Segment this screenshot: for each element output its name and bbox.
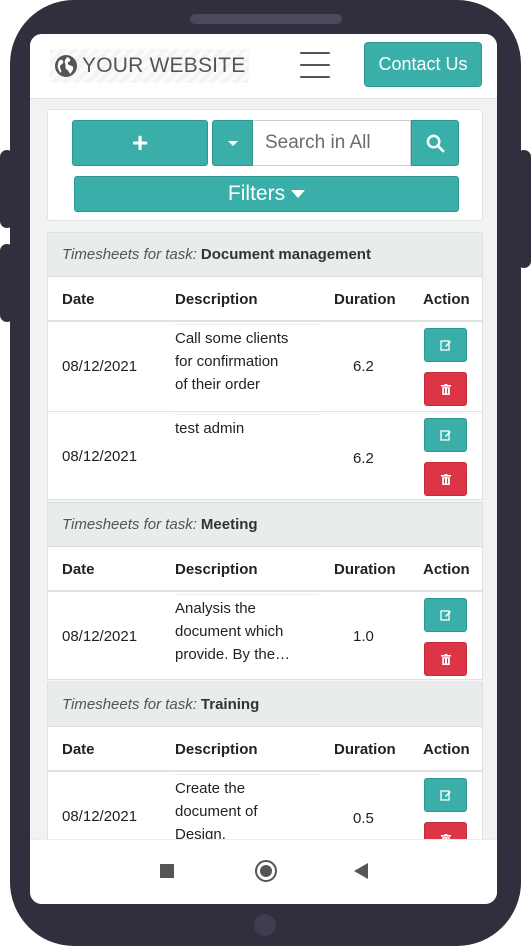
desc-line: Call some clients: [175, 330, 289, 347]
desc-line: for confirmation: [175, 353, 279, 370]
row-duration: 6.2: [353, 358, 374, 375]
trash-icon: [440, 383, 451, 395]
table-row: 08/12/2021 test admin 6.2: [48, 412, 482, 502]
table-row: 08/12/2021 Analysis the document which p…: [48, 592, 482, 682]
group-prefix: Timesheets for task:: [62, 246, 197, 263]
desc-line: Create the: [175, 780, 246, 797]
desc-line: document of: [175, 803, 258, 820]
row-duration: 6.2: [353, 450, 374, 467]
timesheet-group: Timesheets for task: Training Date Descr…: [47, 682, 483, 839]
col-description: Description: [175, 741, 258, 758]
desc-line: test admin: [175, 420, 245, 437]
edit-icon: [439, 430, 451, 441]
row-duration: 1.0: [353, 628, 374, 645]
edit-icon: [439, 790, 451, 801]
group-prefix: Timesheets for task:: [62, 516, 197, 533]
screen: YOUR WEBSITE Contact Us + Search in All …: [30, 34, 497, 904]
home-icon[interactable]: [255, 860, 277, 882]
col-date: Date: [62, 741, 95, 758]
row-duration: 0.5: [353, 810, 374, 827]
col-action: Action: [423, 561, 470, 578]
table-header: Date Description Duration Action: [48, 277, 482, 322]
caret-down-icon: [291, 190, 306, 198]
edit-button[interactable]: [424, 778, 467, 812]
table-row: 08/12/2021 Create the document of Design…: [48, 772, 482, 839]
edit-icon: [439, 610, 451, 621]
phone-home-dot: [254, 914, 276, 936]
col-duration: Duration: [334, 561, 396, 578]
back-icon[interactable]: [354, 863, 368, 879]
group-task-name: Document management: [200, 246, 371, 263]
desc-line: Design.: [175, 826, 226, 839]
search-icon: [426, 134, 444, 152]
logo-text: YOUR WEBSITE: [82, 54, 246, 77]
col-description: Description: [175, 561, 258, 578]
search-input[interactable]: [253, 120, 411, 166]
trash-icon: [440, 653, 451, 665]
delete-button[interactable]: [424, 462, 467, 496]
contact-us-button[interactable]: Contact Us: [364, 42, 482, 87]
globe-icon: [55, 55, 77, 77]
edit-button[interactable]: [424, 328, 467, 362]
row-date: 08/12/2021: [62, 448, 138, 465]
recent-apps-icon[interactable]: [160, 864, 174, 878]
hamburger-menu-icon[interactable]: [300, 52, 330, 78]
add-button[interactable]: +: [72, 120, 208, 166]
phone-speaker: [190, 14, 342, 24]
search-button[interactable]: [411, 120, 459, 166]
row-date: 08/12/2021: [62, 808, 138, 825]
desc-line: document which: [175, 623, 284, 640]
table-row: 08/12/2021 Call some clients for confirm…: [48, 322, 482, 412]
group-header: Timesheets for task: Meeting: [48, 503, 482, 547]
row-description: Call some clients for confirmation of th…: [175, 324, 319, 396]
table-header: Date Description Duration Action: [48, 727, 482, 772]
timesheet-group: Timesheets for task: Meeting Date Descri…: [47, 502, 483, 680]
col-action: Action: [423, 291, 470, 308]
row-description: Create the document of Design.: [175, 774, 319, 839]
row-description: Analysis the document which provide. By …: [175, 594, 319, 666]
col-duration: Duration: [334, 741, 396, 758]
toolbar: + Filters: [47, 109, 483, 221]
edit-button[interactable]: [424, 418, 467, 452]
edit-button[interactable]: [424, 598, 467, 632]
group-prefix: Timesheets for task:: [62, 696, 197, 713]
group-header: Timesheets for task: Document management: [48, 233, 482, 277]
row-date: 08/12/2021: [62, 628, 138, 645]
group-task-name: Training: [200, 696, 260, 713]
trash-icon: [440, 473, 451, 485]
table-header: Date Description Duration Action: [48, 547, 482, 592]
desc-line: provide. By the…: [175, 646, 291, 663]
edit-icon: [439, 340, 451, 351]
filters-button[interactable]: Filters: [74, 176, 459, 212]
delete-button[interactable]: [424, 642, 467, 676]
row-date: 08/12/2021: [62, 358, 138, 375]
main-content: + Filters Timesh: [30, 99, 497, 839]
row-description: test admin: [175, 414, 319, 440]
desc-line: of their order: [175, 376, 261, 393]
delete-button[interactable]: [424, 372, 467, 406]
filters-label: Filters: [227, 182, 286, 205]
delete-button[interactable]: [424, 822, 467, 839]
desc-line: Analysis the: [175, 600, 256, 617]
group-header: Timesheets for task: Training: [48, 683, 482, 727]
search-scope-dropdown[interactable]: [212, 120, 253, 166]
android-nav-bar: [30, 839, 497, 904]
phone-frame: YOUR WEBSITE Contact Us + Search in All …: [0, 0, 531, 946]
app-header: YOUR WEBSITE Contact Us: [30, 34, 497, 99]
col-date: Date: [62, 561, 95, 578]
col-description: Description: [175, 291, 258, 308]
chevron-down-icon: [227, 140, 238, 146]
group-task-name: Meeting: [200, 516, 258, 533]
col-action: Action: [423, 741, 470, 758]
col-duration: Duration: [334, 291, 396, 308]
site-logo[interactable]: YOUR WEBSITE: [50, 49, 250, 83]
timesheet-group: Timesheets for task: Document management…: [47, 232, 483, 500]
col-date: Date: [62, 291, 95, 308]
